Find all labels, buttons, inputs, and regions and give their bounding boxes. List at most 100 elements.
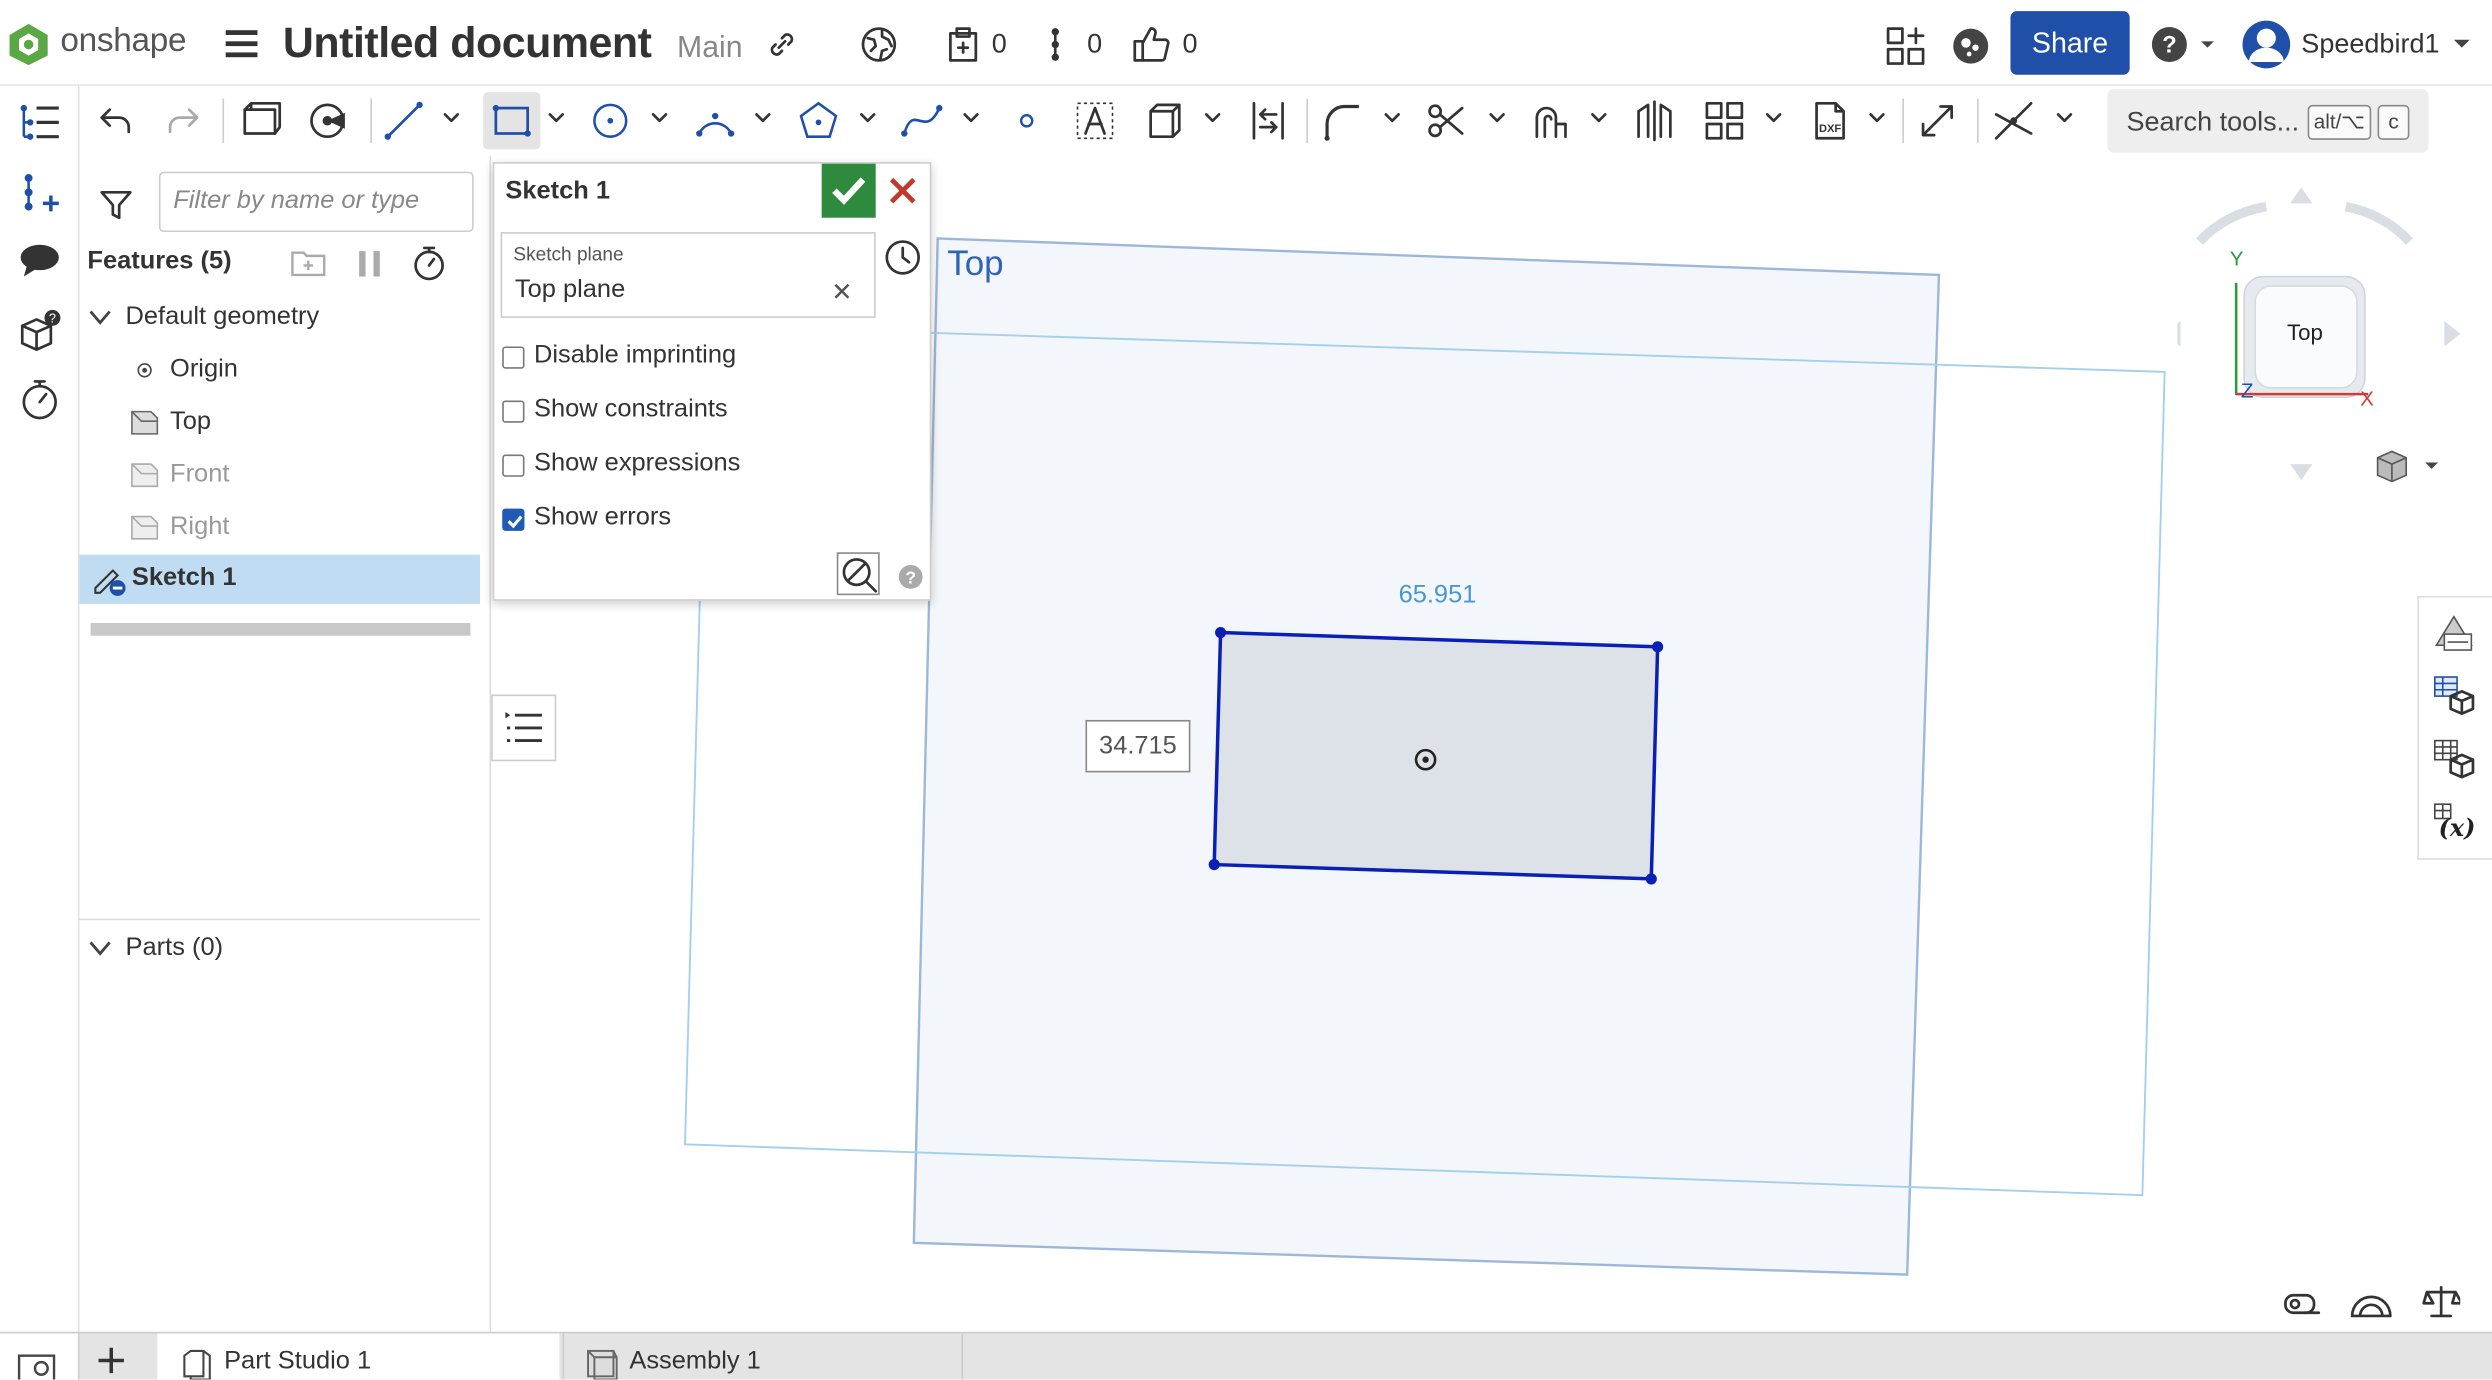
fillet-tool-chevron-down-icon[interactable] bbox=[1383, 108, 1402, 127]
feature-item-right-plane[interactable]: Right bbox=[79, 504, 480, 552]
pattern-tool-icon[interactable] bbox=[1702, 99, 1747, 144]
dimension-tool-icon[interactable] bbox=[1246, 99, 1291, 144]
feature-list-scrollbar[interactable] bbox=[90, 623, 471, 636]
polygon-tool-icon[interactable] bbox=[796, 99, 841, 144]
user-avatar-icon[interactable] bbox=[2241, 19, 2292, 70]
branch-label[interactable]: Main bbox=[677, 32, 742, 67]
arc-tool-chevron-down-icon[interactable] bbox=[753, 108, 772, 127]
undo-icon[interactable] bbox=[92, 99, 137, 144]
polygon-tool-chevron-down-icon[interactable] bbox=[858, 108, 877, 127]
intersection-tool-chevron-down-icon[interactable] bbox=[2055, 108, 2074, 127]
regeneration-stopwatch-icon[interactable] bbox=[410, 243, 448, 281]
document-title[interactable]: Untitled document bbox=[283, 19, 652, 68]
configurations-icon[interactable] bbox=[2432, 737, 2477, 782]
feature-item-origin[interactable]: Origin bbox=[79, 346, 480, 394]
mate-connector-icon[interactable]: ? bbox=[16, 307, 64, 355]
measure-tape-icon[interactable] bbox=[2282, 1287, 2321, 1319]
use-project-icon[interactable] bbox=[307, 99, 352, 144]
chevron-down-icon[interactable] bbox=[89, 308, 111, 327]
intersection-tool-icon[interactable] bbox=[1991, 99, 2036, 144]
rectangle-tool-button[interactable] bbox=[483, 92, 541, 150]
rectangle-corner-point[interactable] bbox=[1208, 859, 1220, 871]
feature-item-top-plane[interactable]: Top bbox=[79, 399, 480, 447]
parts-section-header[interactable]: Parts (0) bbox=[79, 925, 480, 973]
dxf-import-icon[interactable]: DXF bbox=[1807, 99, 1852, 144]
point-tool-icon[interactable] bbox=[1004, 99, 1049, 144]
learning-center-icon[interactable] bbox=[1950, 25, 1991, 66]
tab-assembly-1[interactable]: Assembly 1 bbox=[562, 1333, 964, 1380]
hamburger-menu-icon[interactable] bbox=[224, 27, 259, 59]
public-globe-icon[interactable] bbox=[860, 25, 898, 63]
offset-tool-chevron-down-icon[interactable] bbox=[1589, 108, 1608, 127]
user-menu-chevron-down-icon[interactable] bbox=[2452, 38, 2471, 51]
cancel-close-icon[interactable] bbox=[882, 170, 923, 211]
help-icon[interactable]: ? bbox=[2150, 25, 2214, 63]
rectangle-corner-point[interactable] bbox=[1645, 873, 1657, 885]
insert-part-icon[interactable] bbox=[16, 168, 64, 216]
spline-tool-icon[interactable] bbox=[900, 99, 945, 144]
feature-item-default-geometry[interactable]: Default geometry bbox=[79, 294, 480, 342]
versions-icon[interactable] bbox=[944, 25, 982, 63]
feature-item-sketch-1[interactable]: Sketch 1 bbox=[79, 554, 480, 604]
clear-plane-close-icon[interactable]: ✕ bbox=[831, 277, 852, 309]
redo-icon[interactable] bbox=[162, 99, 207, 144]
filter-input[interactable] bbox=[158, 171, 474, 233]
branches-icon[interactable] bbox=[1043, 25, 1068, 63]
history-stopwatch-icon[interactable] bbox=[16, 375, 64, 423]
line-tool-icon[interactable] bbox=[381, 99, 426, 144]
sketch-rectangle[interactable] bbox=[1212, 630, 1660, 881]
line-tool-chevron-down-icon[interactable] bbox=[442, 108, 461, 127]
like-thumb-icon[interactable] bbox=[1130, 24, 1171, 65]
text-tool-icon[interactable] bbox=[1073, 99, 1118, 144]
tab-search-icon[interactable] bbox=[16, 1349, 61, 1380]
transform-tool-icon[interactable] bbox=[1915, 99, 1960, 144]
app-store-icon[interactable] bbox=[1885, 25, 1926, 66]
construction-chevron-down-icon[interactable] bbox=[1203, 108, 1222, 127]
fillet-tool-icon[interactable] bbox=[1319, 99, 1364, 144]
view-cube-face-label[interactable]: Top bbox=[2287, 319, 2323, 344]
sketch-inspect-icon[interactable] bbox=[836, 551, 881, 596]
new-sketch-icon[interactable] bbox=[238, 99, 283, 144]
show-expressions-checkbox[interactable] bbox=[502, 454, 525, 477]
rectangle-corner-point[interactable] bbox=[1215, 626, 1227, 639]
chevron-down-icon[interactable] bbox=[89, 939, 111, 958]
variable-table-icon[interactable]: (x) bbox=[2432, 801, 2477, 846]
rectangle-corner-point[interactable] bbox=[1652, 641, 1664, 653]
show-constraints-checkbox[interactable] bbox=[502, 400, 525, 423]
rectangle-tool-chevron-down-icon[interactable] bbox=[547, 108, 566, 127]
construction-icon[interactable] bbox=[1141, 99, 1186, 144]
user-name[interactable]: Speedbird1 bbox=[2301, 29, 2439, 61]
trim-chevron-down-icon[interactable] bbox=[1488, 108, 1507, 127]
sketch-history-clock-icon[interactable] bbox=[884, 238, 922, 276]
share-button[interactable]: Share bbox=[2010, 11, 2130, 75]
search-tools-button[interactable]: Search tools... alt/⌥ c bbox=[2107, 89, 2429, 153]
tab-part-studio-1[interactable]: Part Studio 1 bbox=[157, 1333, 560, 1380]
spline-tool-chevron-down-icon[interactable] bbox=[962, 108, 981, 127]
mass-properties-scale-icon[interactable] bbox=[2422, 1284, 2461, 1319]
view-options-cube-icon[interactable] bbox=[2371, 448, 2444, 486]
disable-imprinting-checkbox[interactable] bbox=[502, 346, 525, 369]
link-icon[interactable] bbox=[766, 29, 798, 61]
section-view-icon[interactable] bbox=[2349, 1287, 2394, 1319]
feature-list-icon[interactable] bbox=[16, 99, 64, 147]
trim-scissors-icon[interactable] bbox=[1424, 99, 1469, 144]
sketch-list-toggle-button[interactable] bbox=[491, 694, 557, 762]
help-icon[interactable]: ? bbox=[898, 564, 923, 589]
offset-tool-icon[interactable] bbox=[1527, 99, 1572, 144]
add-folder-icon[interactable] bbox=[289, 245, 327, 280]
circle-tool-icon[interactable] bbox=[588, 99, 633, 144]
sketch-plane-field[interactable]: Sketch plane Top plane ✕ bbox=[500, 232, 876, 318]
circle-tool-chevron-down-icon[interactable] bbox=[650, 108, 669, 127]
add-tab-plus-icon[interactable] bbox=[95, 1345, 127, 1377]
height-dimension-label[interactable]: 34.715 bbox=[1085, 719, 1191, 773]
comments-icon[interactable] bbox=[16, 237, 64, 285]
pause-rollback-icon[interactable] bbox=[356, 248, 385, 280]
arc-tool-icon[interactable] bbox=[693, 99, 738, 144]
dxf-import-chevron-down-icon[interactable] bbox=[1867, 108, 1886, 127]
show-errors-checkbox[interactable] bbox=[502, 508, 525, 531]
accept-checkmark-button[interactable] bbox=[821, 163, 876, 218]
feature-item-front-plane[interactable]: Front bbox=[79, 451, 480, 499]
onshape-logo-icon[interactable] bbox=[8, 22, 49, 67]
pattern-tool-chevron-down-icon[interactable] bbox=[1764, 108, 1783, 127]
mirror-tool-icon[interactable] bbox=[1632, 99, 1677, 144]
